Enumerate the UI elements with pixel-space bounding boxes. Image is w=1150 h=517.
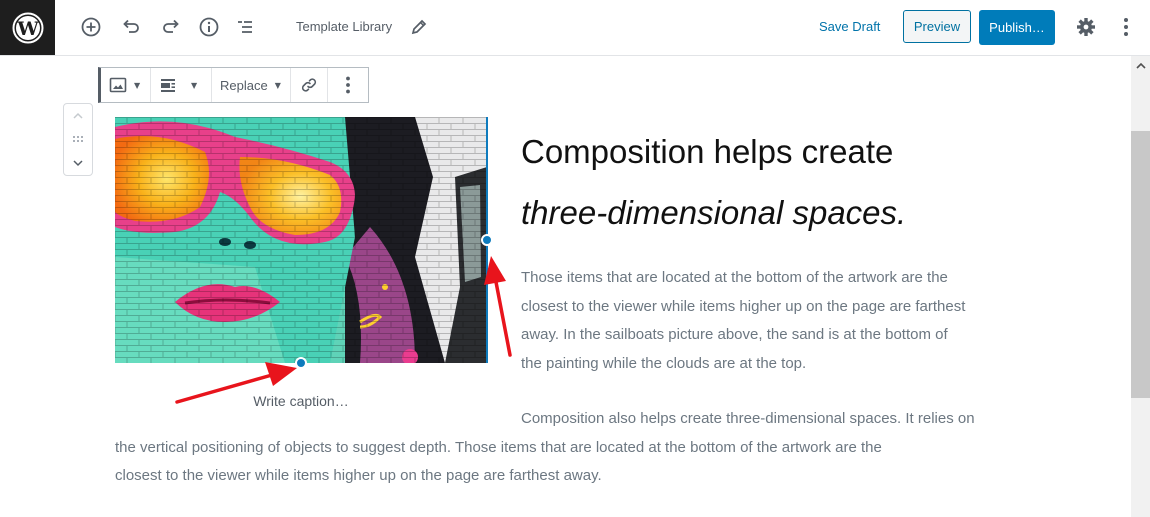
add-block-button[interactable] bbox=[78, 14, 104, 40]
editor-scrollbar[interactable] bbox=[1131, 56, 1150, 517]
align-dropdown[interactable]: ▼ bbox=[151, 68, 212, 102]
info-icon bbox=[199, 17, 219, 37]
align-icon bbox=[161, 79, 175, 92]
more-tools-button[interactable] bbox=[1113, 14, 1139, 40]
chevron-up-icon bbox=[1135, 63, 1146, 69]
caret-down-icon: ▼ bbox=[191, 80, 198, 90]
resize-handle-bottom[interactable] bbox=[295, 357, 307, 369]
scroll-thumb[interactable] bbox=[1131, 131, 1150, 398]
caret-down-icon: ▼ bbox=[134, 80, 141, 90]
paragraph-1[interactable]: Those items that are located at the bott… bbox=[521, 264, 965, 378]
paragraph-line: away. In the sailboats picture above, th… bbox=[521, 326, 948, 343]
scroll-up-button[interactable] bbox=[1131, 56, 1150, 76]
graffiti-illustration bbox=[115, 117, 487, 363]
move-up-button[interactable] bbox=[64, 110, 92, 123]
content-heading[interactable]: Composition helps create three-dimension… bbox=[521, 121, 906, 243]
save-draft-button[interactable]: Save Draft bbox=[819, 19, 880, 34]
svg-text:W: W bbox=[16, 18, 39, 40]
paragraph-line: Those items that are located at the bott… bbox=[521, 269, 948, 286]
insert-link-button[interactable] bbox=[291, 68, 328, 102]
redo-button[interactable] bbox=[158, 14, 184, 40]
wordpress-logo-button[interactable]: W bbox=[0, 0, 55, 55]
heading-line-1: Composition helps create bbox=[521, 133, 894, 170]
replace-label: Replace bbox=[220, 77, 268, 93]
wordpress-logo-icon: W bbox=[12, 12, 43, 43]
add-block-icon bbox=[81, 17, 101, 37]
drag-handle-icon bbox=[73, 136, 83, 142]
paragraph-line: closest to the viewer while items higher… bbox=[115, 467, 602, 484]
document-title[interactable]: Template Library bbox=[296, 19, 392, 34]
resize-handle-right[interactable] bbox=[481, 234, 493, 246]
publish-button[interactable]: Publish… bbox=[979, 10, 1055, 45]
preview-button[interactable]: Preview bbox=[903, 10, 971, 43]
undo-icon bbox=[123, 19, 139, 33]
undo-button[interactable] bbox=[118, 14, 144, 40]
caret-down-icon: ▼ bbox=[274, 80, 281, 90]
heading-line-2: three-dimensional spaces. bbox=[521, 194, 907, 231]
block-mover bbox=[63, 103, 93, 176]
block-type-switcher[interactable]: ▼ bbox=[101, 68, 151, 102]
block-toolbar: ▼ ▼ Replace ▼ bbox=[98, 67, 369, 103]
chevron-down-icon bbox=[73, 160, 83, 167]
image-icon bbox=[109, 77, 127, 93]
paragraph-line: closest to the viewer while items higher… bbox=[521, 297, 966, 315]
paragraph-2[interactable]: Composition also helps create three-dime… bbox=[115, 405, 1115, 491]
chevron-up-icon bbox=[73, 112, 83, 119]
settings-button[interactable] bbox=[1073, 14, 1099, 40]
drag-handle[interactable] bbox=[64, 133, 92, 146]
redo-icon bbox=[163, 19, 179, 33]
paragraph-line: the vertical positioning of objects to s… bbox=[115, 438, 882, 456]
replace-button[interactable]: Replace ▼ bbox=[212, 68, 291, 102]
block-more-options-button[interactable] bbox=[328, 68, 368, 102]
paragraph-line: the painting while the clouds are at the… bbox=[521, 354, 807, 372]
move-down-button[interactable] bbox=[64, 157, 92, 170]
graffiti-image[interactable] bbox=[115, 117, 487, 363]
edit-title-button[interactable] bbox=[406, 14, 432, 40]
vertical-ellipsis-icon bbox=[1124, 18, 1128, 36]
editor-header: W Template Library Save Draft Preview Pu… bbox=[0, 0, 1150, 56]
block-navigation-button[interactable] bbox=[232, 14, 258, 40]
pencil-icon bbox=[411, 19, 427, 35]
vertical-ellipsis-icon bbox=[346, 76, 350, 94]
gear-icon bbox=[1077, 18, 1095, 36]
content-info-button[interactable] bbox=[196, 14, 222, 40]
block-navigation-icon bbox=[238, 21, 252, 33]
paragraph-line: Composition also helps create three-dime… bbox=[521, 410, 975, 427]
link-icon bbox=[301, 78, 317, 92]
